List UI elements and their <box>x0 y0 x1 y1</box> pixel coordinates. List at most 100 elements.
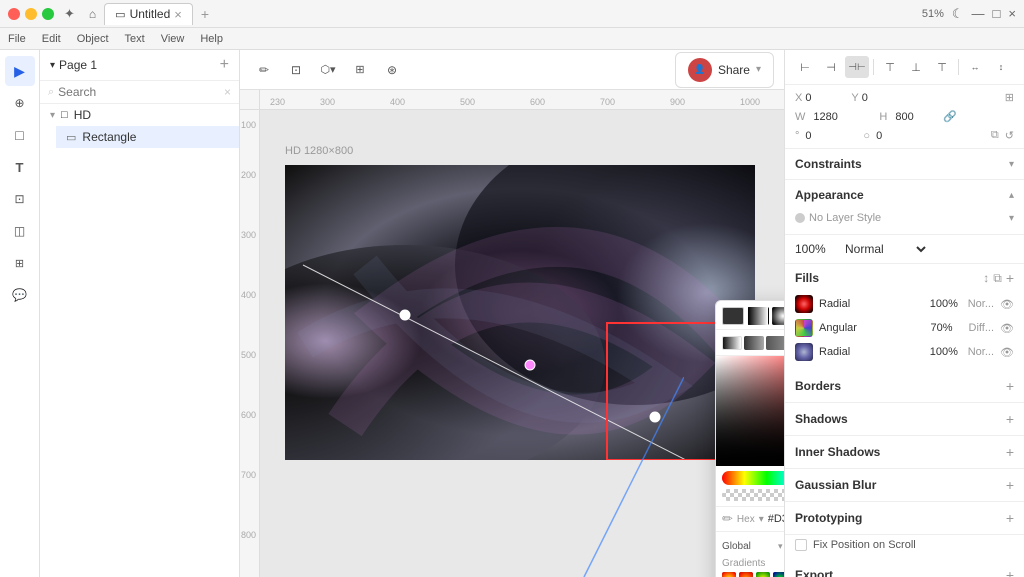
add-tab-button[interactable]: + <box>201 6 209 22</box>
shadows-section[interactable]: Shadows + <box>785 403 1024 436</box>
rectangle-tool[interactable]: □ <box>5 120 35 150</box>
layer-item-rectangle[interactable]: ▭ Rectangle <box>56 126 239 148</box>
active-tab[interactable]: ▭ Untitled × <box>104 3 193 25</box>
fills-sort-icon[interactable]: ↕ <box>983 271 989 285</box>
distribute-h-icon[interactable]: ↔ <box>963 56 987 78</box>
y-input[interactable] <box>862 92 902 104</box>
menu-help[interactable]: Help <box>200 33 223 45</box>
moon-icon[interactable]: ☾ <box>952 6 964 22</box>
position-link-icon[interactable]: ⊞ <box>1005 91 1014 104</box>
align-right-icon[interactable]: ⊣⊢ <box>845 56 869 78</box>
borders-add-icon[interactable]: + <box>1006 378 1014 394</box>
fill-2-opacity[interactable]: 70% <box>931 322 963 334</box>
grid-view-tool[interactable]: ⊞ <box>346 56 374 84</box>
fill-2-visibility-icon[interactable]: 👁 <box>1000 322 1014 335</box>
frame-tool[interactable]: ⊡ <box>282 56 310 84</box>
menu-text[interactable]: Text <box>125 33 145 45</box>
borders-section[interactable]: Borders + <box>785 370 1024 403</box>
no-layer-style-chevron[interactable]: ▾ <box>1009 213 1014 224</box>
corner-input[interactable] <box>876 130 916 142</box>
prototyping-add-icon[interactable]: + <box>1006 510 1014 526</box>
opacity-slider[interactable] <box>722 489 784 501</box>
search-close-icon[interactable]: × <box>224 85 231 99</box>
text-tool[interactable]: T <box>5 152 35 182</box>
stop-gray[interactable] <box>744 336 764 350</box>
fill-1-visibility-icon[interactable]: 👁 <box>1000 298 1014 311</box>
fill-1-opacity[interactable]: 100% <box>930 298 962 310</box>
corner-options-icon[interactable]: ⧉ <box>991 129 999 142</box>
export-section[interactable]: Export + <box>785 559 1024 577</box>
opacity-input[interactable] <box>795 242 835 256</box>
align-center-h-icon[interactable]: ⊣ <box>819 56 843 78</box>
minimize-button[interactable] <box>25 8 37 20</box>
gaussian-blur-add-icon[interactable]: + <box>1006 477 1014 493</box>
select-tool[interactable]: ▶ <box>5 56 35 86</box>
export-add-icon[interactable]: + <box>1006 567 1014 577</box>
canvas-drawing-area[interactable]: HD 1280×800 <box>260 110 784 577</box>
search-input[interactable] <box>58 85 224 99</box>
menu-view[interactable]: View <box>161 33 185 45</box>
fill-2-color-swatch[interactable] <box>795 319 813 337</box>
scale-tool[interactable]: ⊕ <box>5 88 35 118</box>
component-tool[interactable]: ⊞ <box>5 248 35 278</box>
add-page-button[interactable]: + <box>220 56 229 74</box>
mask-tool[interactable]: ◫ <box>5 216 35 246</box>
fill-1-color-swatch[interactable] <box>795 295 813 313</box>
linear-grad-tab[interactable] <box>747 307 769 325</box>
fills-add-icon[interactable]: + <box>1006 270 1014 286</box>
close-button[interactable] <box>8 8 20 20</box>
home-icon[interactable]: ⌂ <box>89 7 96 21</box>
blend-mode-select[interactable]: Normal Multiply Screen Overlay Darken Li… <box>841 241 929 257</box>
hex-input[interactable] <box>768 513 784 525</box>
align-left-icon[interactable]: ⊢ <box>793 56 817 78</box>
hue-slider[interactable] <box>722 471 784 485</box>
align-top-icon[interactable]: ⊤ <box>878 56 902 78</box>
canvas-artwork[interactable] <box>285 165 755 460</box>
color-spectrum-area[interactable] <box>716 356 784 466</box>
image-tool[interactable]: ⊡ <box>5 184 35 214</box>
menu-file[interactable]: File <box>8 33 26 45</box>
flip-icon[interactable]: ↺ <box>1005 129 1014 142</box>
pencil-tool[interactable]: ✏ <box>250 56 278 84</box>
distribute-v-icon[interactable]: ↕ <box>989 56 1013 78</box>
minimize-icon[interactable]: — <box>972 6 985 21</box>
w-input[interactable] <box>813 111 863 123</box>
align-bottom-icon[interactable]: ⊤ <box>930 56 954 78</box>
swatch-gradient-1[interactable] <box>722 572 736 577</box>
fill-3-visibility-icon[interactable]: 👁 <box>1000 346 1014 359</box>
layer-item-hd[interactable]: ▾ □ HD <box>40 104 239 126</box>
swatch-gradient-2[interactable] <box>739 572 753 577</box>
appearance-header[interactable]: Appearance ▴ <box>785 180 1024 210</box>
fill-3-opacity[interactable]: 100% <box>930 346 962 358</box>
menu-object[interactable]: Object <box>77 33 109 45</box>
component-link-tool[interactable]: ⊛ <box>378 56 406 84</box>
x-input[interactable] <box>805 92 845 104</box>
stop-gray2[interactable] <box>766 336 784 350</box>
fix-position-checkbox[interactable] <box>795 539 807 551</box>
solid-tab[interactable] <box>722 307 744 325</box>
shadows-add-icon[interactable]: + <box>1006 411 1014 427</box>
inner-shadows-add-icon[interactable]: + <box>1006 444 1014 460</box>
h-input[interactable] <box>895 111 935 123</box>
fullscreen-icon[interactable]: □ <box>993 6 1001 21</box>
menu-edit[interactable]: Edit <box>42 33 61 45</box>
swatch-gradient-3[interactable] <box>756 572 770 577</box>
prototyping-section[interactable]: Prototyping + <box>785 502 1024 535</box>
constraints-header[interactable]: Constraints ▾ <box>785 149 1024 179</box>
maximize-button[interactable] <box>42 8 54 20</box>
align-middle-icon[interactable]: ⊥ <box>904 56 928 78</box>
lock-ratio-icon[interactable]: 🔗 <box>943 110 957 123</box>
comment-tool[interactable]: 💬 <box>5 280 35 310</box>
gaussian-blur-section[interactable]: Gaussian Blur + <box>785 469 1024 502</box>
radial-grad-tab[interactable] <box>772 307 784 325</box>
tab-close-icon[interactable]: × <box>174 7 182 22</box>
stop-bw[interactable] <box>722 336 742 350</box>
inner-shadows-section[interactable]: Inner Shadows + <box>785 436 1024 469</box>
fills-copy-icon[interactable]: ⧉ <box>993 271 1002 286</box>
fill-3-color-swatch[interactable] <box>795 343 813 361</box>
hex-dropdown-icon[interactable]: ▾ <box>759 514 764 525</box>
window-close-icon[interactable]: × <box>1008 6 1016 21</box>
global-dropdown-icon[interactable]: ▾ <box>778 541 783 552</box>
dropper-icon[interactable]: ✏ <box>722 511 733 527</box>
share-button[interactable]: 👤 Share ▾ <box>675 52 774 88</box>
